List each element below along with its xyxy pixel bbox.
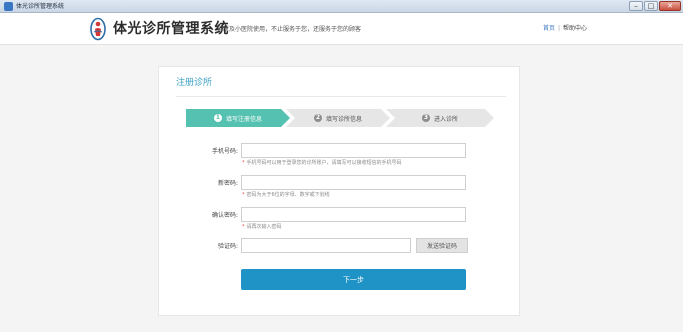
step-label: 填写诊所信息 [325,115,362,123]
window-title: 体光诊所管理系统 [16,3,65,10]
phone-hint-text: 手机号码可以用于登录您的诊所账户，请填写可以接收短信的手机号码 [246,160,402,166]
minimize-button[interactable]: – [629,1,643,11]
step-2: 2 填写诊所信息 [286,109,390,127]
phone-label: 手机号码: [211,148,238,155]
password-input[interactable] [241,175,466,190]
step-number: 1 [215,114,221,121]
step-indicator: 1 填写注册信息 2 填写诊所信息 3 进入诊所 [186,109,494,127]
code-label: 验证码: [217,243,238,250]
phone-hint: * 手机号码可以用于登录您的诊所账户，请填写可以接收短信的手机号码 [242,160,402,167]
password-hint: * 密码为大于6位的字母、数字或下划线 [242,192,330,199]
window-titlebar: 体光诊所管理系统 – □ ✕ [0,0,683,13]
confirm-password-hint: * 请再次输入密码 [242,224,282,231]
top-nav: 首页 | 帮助中心 [543,24,587,34]
register-card: 注册诊所 1 填写注册信息 2 填写诊所信息 3 进入诊所 手机号码: * 手机号… [158,66,520,316]
page-title: 注册诊所 [176,78,213,88]
confirm-hint-text: 请再次输入密码 [246,224,282,230]
step-number: 3 [423,114,429,121]
window-controls: – □ ✕ [629,1,681,12]
title-divider [176,96,506,97]
phone-input[interactable] [241,143,466,158]
step-label: 进入诊所 [433,115,458,123]
step-number: 2 [315,114,321,121]
app-slogan: 诊所及小医院使用，不止服务于您，还服务于您的顾客 [217,26,362,33]
clinic-logo-icon [90,17,106,41]
step-3: 3 进入诊所 [386,109,494,127]
maximize-button[interactable]: □ [644,1,658,11]
required-star: * [242,224,245,230]
send-code-button[interactable]: 发送验证码 [416,238,468,253]
verification-code-input[interactable] [241,238,411,253]
next-step-button[interactable]: 下一步 [241,269,466,290]
password-hint-text: 密码为大于6位的字母、数字或下划线 [246,192,330,198]
app-icon [4,2,13,11]
step-1: 1 填写注册信息 [186,109,290,127]
help-center-link[interactable]: 帮助中心 [563,25,587,32]
app-header: 体光诊所管理系统 诊所及小医院使用，不止服务于您，还服务于您的顾客 首页 | 帮助中… [0,13,683,45]
confirm-password-label: 确认密码: [211,212,238,219]
step-label: 填写注册信息 [225,115,262,123]
password-label: 新密码: [217,180,238,187]
app-name: 体光诊所管理系统 [113,21,229,37]
home-link[interactable]: 首页 [543,25,555,32]
required-star: * [242,192,245,198]
nav-separator: | [558,25,561,32]
confirm-password-input[interactable] [241,207,466,222]
close-button[interactable]: ✕ [659,1,681,11]
required-star: * [242,160,245,166]
